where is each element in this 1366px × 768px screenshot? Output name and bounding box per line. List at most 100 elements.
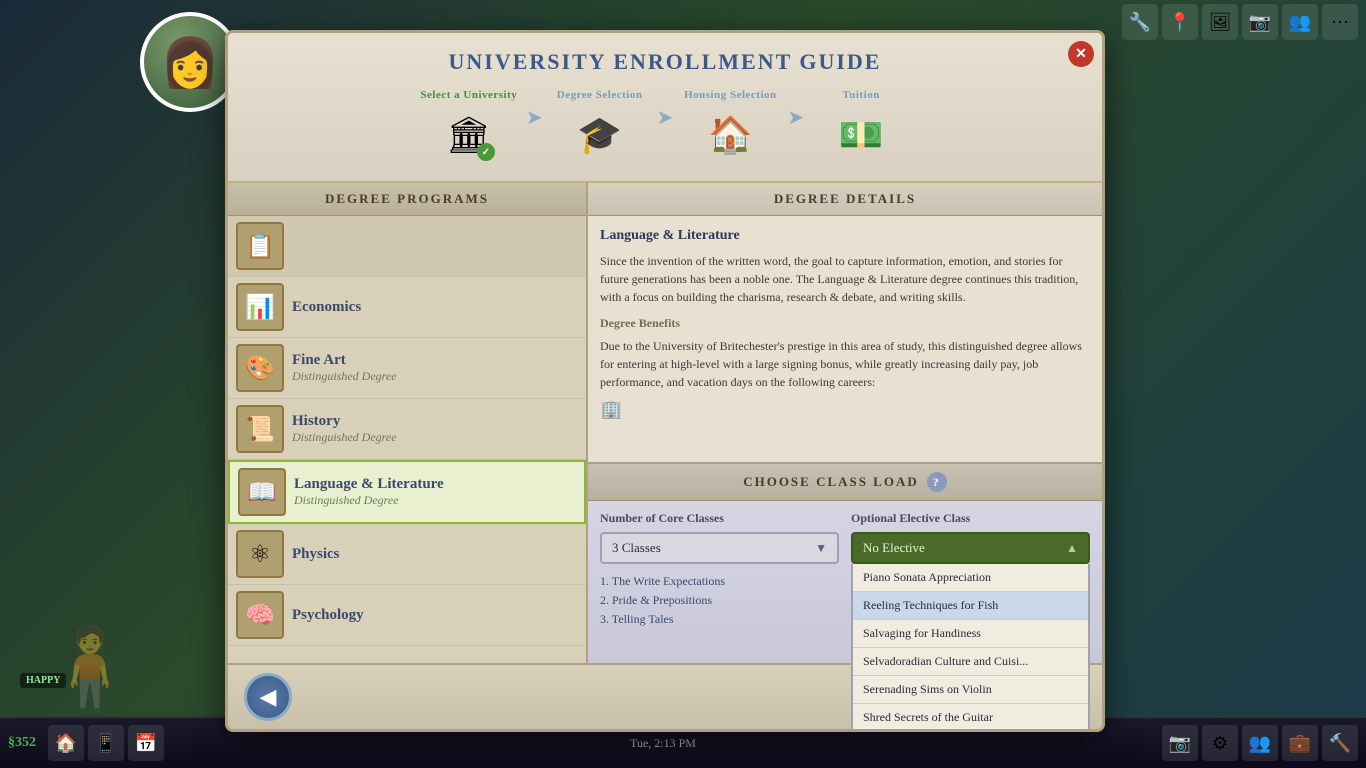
detail-content: Language & Literature Since the inventio… (588, 216, 1102, 462)
degree-name-fineart: Fine Art (292, 352, 397, 369)
core-classes-label: Number of Core Classes (600, 511, 839, 526)
career-icon: 🏢 (600, 399, 1090, 420)
classes-list: 1. The Write Expectations 2. Pride & Pre… (600, 572, 839, 629)
step-arrow-3: ➤ (785, 105, 806, 150)
degree-type-history: Distinguished Degree (292, 430, 397, 445)
class-load-body: Number of Core Classes 3 Classes ▼ 1. Th… (588, 501, 1102, 639)
elective-options-list: Piano Sonata Appreciation Reeling Techni… (851, 564, 1090, 732)
elective-dropdown[interactable]: No Elective ▲ Piano Sonata Appreciation … (851, 532, 1090, 564)
mood-badge: HAPPY (20, 673, 66, 688)
menu-icon[interactable]: ⋯ (1322, 4, 1358, 40)
tools-icon[interactable]: 🔧 (1122, 4, 1158, 40)
degree-info-history: History Distinguished Degree (292, 413, 397, 445)
degree-list: 📋 📊 Economics 🎨 Fine Art Distinguished D… (228, 216, 586, 663)
phone-icon[interactable]: 📱 (88, 725, 124, 761)
wizard-steps: Select a University 🏛 ✓ ➤ Degree Selecti… (248, 85, 1082, 173)
degree-item-economics[interactable]: 📊 Economics (228, 277, 586, 338)
camera2-icon[interactable]: 📷 (1162, 725, 1198, 761)
hud-nav-icons: 🏠 📱 📅 (48, 725, 164, 761)
wizard-step-tuition[interactable]: Tuition 💵 (806, 89, 916, 165)
step-tuition-label: Tuition (842, 89, 879, 101)
elective-selected[interactable]: No Elective ▲ (851, 532, 1090, 564)
degree-item-physics[interactable]: ⚛ Physics (228, 524, 586, 585)
step-degree-icon: 🎓 (570, 105, 630, 165)
step-tuition-icon: 💵 (831, 105, 891, 165)
settings-icon[interactable]: ⚙ (1202, 725, 1238, 761)
degree-info-economics: Economics (292, 299, 361, 316)
detail-benefits-desc: Due to the University of Britechester's … (600, 337, 1090, 391)
left-panel: Degree Programs 📋 📊 Economics 🎨 Fine Art (228, 183, 588, 663)
dialog-header: University Enrollment Guide Select a Uni… (228, 33, 1102, 183)
elective-option-selvad[interactable]: Selvadoradian Culture and Cuisi... (853, 648, 1088, 676)
degree-thumb-fineart: 🎨 (236, 344, 284, 392)
degree-info-physics: Physics (292, 546, 340, 563)
degree-thumb-langlittle: 📖 (238, 468, 286, 516)
step-arrow-2: ➤ (655, 105, 676, 150)
step-degree-label: Degree Selection (557, 89, 643, 101)
left-panel-header: Degree Programs (228, 183, 586, 216)
step-university-label: Select a University (420, 89, 517, 101)
degree-item-blank[interactable]: 📋 (228, 216, 586, 277)
core-dropdown-arrow: ▼ (815, 541, 827, 556)
build-icon[interactable]: 🔨 (1322, 725, 1358, 761)
elective-value: No Elective (863, 540, 925, 556)
degree-name-langlittle: Language & Literature (294, 476, 444, 493)
help-button[interactable]: ? (927, 472, 947, 492)
hud-time: Tue, 2:13 PM (168, 736, 1158, 751)
top-hud: 🔧 📍 🖼 📷 👥 ⋯ (1114, 0, 1366, 44)
elective-option-shred[interactable]: Shred Secrets of the Guitar (853, 704, 1088, 732)
wizard-step-university[interactable]: Select a University 🏛 ✓ (414, 89, 524, 165)
money-display: §352 (8, 735, 44, 751)
detail-title: Language & Literature (600, 228, 1090, 244)
wizard-step-housing[interactable]: Housing Selection 🏠 (675, 89, 785, 165)
map-icon[interactable]: 📍 (1162, 4, 1198, 40)
degree-thumb-economics: 📊 (236, 283, 284, 331)
elective-option-serenade[interactable]: Serenading Sims on Violin (853, 676, 1088, 704)
dialog-title: University Enrollment Guide (248, 49, 1082, 75)
detail-benefits-label: Degree Benefits (600, 316, 1090, 331)
dialog-body: Degree Programs 📋 📊 Economics 🎨 Fine Art (228, 183, 1102, 663)
camera-icon[interactable]: 📷 (1242, 4, 1278, 40)
core-classes-selected[interactable]: 3 Classes ▼ (600, 532, 839, 564)
social-icon[interactable]: 👥 (1242, 725, 1278, 761)
degree-item-langlittle[interactable]: 📖 Language & Literature Distinguished De… (228, 460, 586, 524)
people-icon[interactable]: 👥 (1282, 4, 1318, 40)
step-housing-icon: 🏠 (700, 105, 760, 165)
core-classes-dropdown[interactable]: 3 Classes ▼ (600, 532, 839, 564)
sim-character: 🧍 (40, 622, 140, 716)
degree-thumb-physics: ⚛ (236, 530, 284, 578)
class-load-section: Choose Class Load ? Number of Core Class… (588, 462, 1102, 663)
elective-option-piano[interactable]: Piano Sonata Appreciation (853, 564, 1088, 592)
degree-item-history[interactable]: 📜 History Distinguished Degree (228, 399, 586, 460)
degree-name-economics: Economics (292, 299, 361, 316)
close-button[interactable]: ✕ (1068, 41, 1094, 67)
elective-option-salvage[interactable]: Salvaging for Handiness (853, 620, 1088, 648)
time-display: Tue, 2:13 PM (630, 736, 696, 751)
elective-label: Optional Elective Class (851, 511, 1090, 526)
elective-option-reel[interactable]: Reeling Techniques for Fish (853, 592, 1088, 620)
step-housing-label: Housing Selection (684, 89, 777, 101)
calendar-icon[interactable]: 📅 (128, 725, 164, 761)
step-university-icon: 🏛 ✓ (439, 105, 499, 165)
wizard-step-degree[interactable]: Degree Selection 🎓 (545, 89, 655, 165)
elective-dropdown-arrow: ▲ (1066, 541, 1078, 556)
step-arrow-1: ➤ (524, 105, 545, 150)
degree-type-fineart: Distinguished Degree (292, 369, 397, 384)
home-icon[interactable]: 🏠 (48, 725, 84, 761)
degree-name-physics: Physics (292, 546, 340, 563)
degree-name-psychology: Psychology (292, 607, 364, 624)
career-icon2[interactable]: 💼 (1282, 725, 1318, 761)
portrait-icon[interactable]: 🖼 (1202, 4, 1238, 40)
degree-item-psychology[interactable]: 🧠 Psychology (228, 585, 586, 646)
back-button[interactable]: ◀ (244, 673, 292, 721)
class-item-2: 2. Pride & Prepositions (600, 591, 839, 610)
class-load-header: Choose Class Load ? (588, 464, 1102, 501)
right-panel-header: Degree Details (588, 183, 1102, 216)
degree-info-psychology: Psychology (292, 607, 364, 624)
class-load-title: Choose Class Load (743, 474, 919, 490)
degree-type-langlittle: Distinguished Degree (294, 493, 444, 508)
degree-thumb-psychology: 🧠 (236, 591, 284, 639)
hud-right-icons: 📷 ⚙ 👥 💼 🔨 (1162, 725, 1358, 761)
degree-item-fineart[interactable]: 🎨 Fine Art Distinguished Degree (228, 338, 586, 399)
degree-thumb-history: 📜 (236, 405, 284, 453)
